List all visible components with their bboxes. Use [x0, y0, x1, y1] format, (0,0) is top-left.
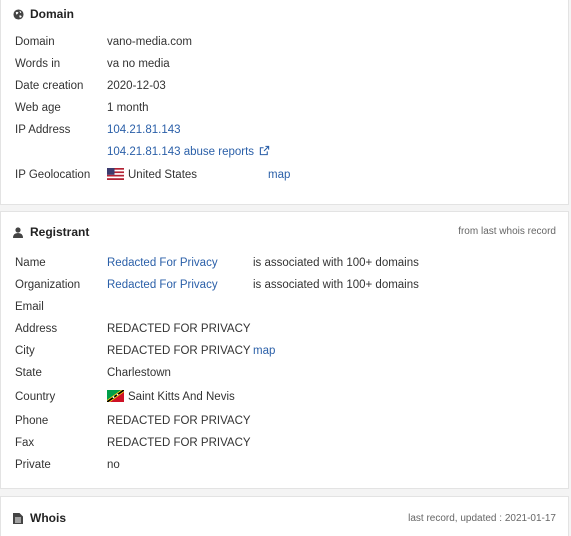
- saint-kitts-flag-icon: [107, 390, 124, 402]
- whois-panel: Whois last record, updated : 2021-01-17: [0, 496, 569, 536]
- city-map-link[interactable]: map: [253, 343, 275, 359]
- private-value: no: [107, 459, 120, 471]
- external-link-icon: [259, 145, 270, 161]
- organization-association: is associated with 100+ domains: [253, 279, 419, 291]
- name-association: is associated with 100+ domains: [253, 257, 419, 269]
- name-label: Name: [15, 257, 46, 269]
- city-row: City REDACTED FOR PRIVACY map: [15, 343, 555, 359]
- web-age-value: 1 month: [107, 102, 149, 114]
- name-row: Name Redacted For Privacy is associated …: [15, 255, 555, 271]
- email-label: Email: [15, 301, 44, 313]
- phone-value: REDACTED FOR PRIVACY: [107, 415, 251, 427]
- organization-value-link[interactable]: Redacted For Privacy: [107, 277, 218, 293]
- date-creation-value: 2020-12-03: [107, 80, 166, 92]
- globe-icon: [13, 8, 24, 20]
- country-label: Country: [15, 391, 56, 403]
- registrant-panel-header: Registrant: [13, 219, 89, 245]
- name-value-link[interactable]: Redacted For Privacy: [107, 255, 218, 271]
- domain-value: vano-media.com: [107, 36, 193, 48]
- organization-row: Organization Redacted For Privacy is ass…: [15, 277, 555, 293]
- whois-panel-header: Whois: [13, 505, 66, 531]
- ip-address-label: IP Address: [15, 124, 71, 136]
- domain-panel: Domain Domain vano-media.com Words in va…: [0, 0, 569, 205]
- state-value: Charlestown: [107, 367, 171, 379]
- web-age-label: Web age: [15, 102, 61, 114]
- country-value: Saint Kitts And Nevis: [107, 389, 235, 405]
- ip-geolocation-map-link[interactable]: map: [268, 167, 290, 183]
- registrant-panel: Registrant from last whois record Name R…: [0, 211, 569, 489]
- words-in-label: Words in: [15, 58, 61, 70]
- us-flag-icon: [107, 168, 124, 180]
- phone-label: Phone: [15, 415, 49, 427]
- domain-panel-header: Domain: [13, 1, 74, 27]
- registrant-panel-title: Registrant: [30, 225, 90, 239]
- words-in-value: va no media: [107, 58, 170, 70]
- city-value: REDACTED FOR PRIVACY: [107, 345, 251, 357]
- ip-geolocation-row: IP Geolocation United States map: [15, 167, 555, 183]
- abuse-reports-link[interactable]: 104.21.81.143 abuse reports: [107, 144, 270, 161]
- state-label: State: [15, 367, 42, 379]
- ip-geolocation-country: United States: [128, 169, 198, 181]
- city-label: City: [15, 345, 35, 357]
- user-icon: [13, 226, 24, 238]
- document-icon: [13, 512, 24, 524]
- ip-address-link[interactable]: 104.21.81.143: [107, 122, 181, 138]
- ip-geolocation-label: IP Geolocation: [15, 169, 91, 181]
- address-label: Address: [15, 323, 58, 335]
- organization-label: Organization: [15, 279, 81, 291]
- domain-label: Domain: [15, 36, 55, 48]
- date-creation-label: Date creation: [15, 80, 84, 92]
- address-value: REDACTED FOR PRIVACY: [107, 323, 251, 335]
- whois-note: last record, updated : 2021-01-17: [408, 513, 556, 524]
- country-name: Saint Kitts And Nevis: [128, 391, 235, 403]
- whois-panel-title: Whois: [30, 511, 66, 525]
- ip-geolocation-value: United States: [107, 167, 197, 183]
- registrant-note: from last whois record: [458, 226, 556, 237]
- abuse-reports-text: 104.21.81.143 abuse reports: [107, 146, 255, 158]
- private-label: Private: [15, 459, 51, 471]
- fax-label: Fax: [15, 437, 35, 449]
- domain-panel-title: Domain: [30, 7, 75, 21]
- fax-value: REDACTED FOR PRIVACY: [107, 437, 251, 449]
